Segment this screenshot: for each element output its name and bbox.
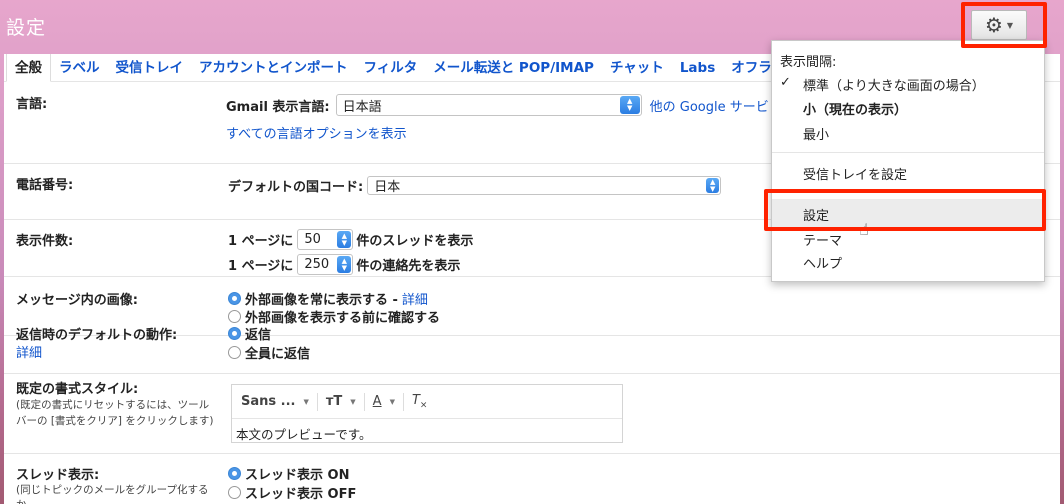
select-arrows-icon: ▲ ▼ [619, 96, 640, 114]
menu-item-help[interactable]: ヘルプ [803, 253, 842, 272]
phone-label: 電話番号: [16, 178, 74, 193]
font-family-button[interactable]: Sans ... [241, 394, 295, 409]
threads-prefix: 1 ページに [228, 234, 294, 249]
reply-option-label: 返信 [245, 328, 272, 343]
tab-filters[interactable]: フィルタ [356, 56, 426, 81]
format-editor: Sans ... ▼ ᴛT ▼ A ▼ T× 本文のプレビューです。 [231, 384, 623, 443]
text-color-icon[interactable]: A [373, 394, 382, 409]
threads-on-radio[interactable] [228, 467, 241, 480]
menu-divider [772, 191, 1044, 192]
reply-label-text: 返信時のデフォルトの動作: [16, 328, 178, 343]
threads-per-page-select[interactable]: 50 ▲ ▼ [297, 229, 354, 250]
threads-note-line1: (同じトピックのメールをグループ化する [16, 484, 209, 496]
threads-label: スレッド表示: [16, 468, 100, 483]
clear-format-icon[interactable]: T× [412, 393, 428, 411]
contacts-suffix: 件の連絡先を表示 [356, 259, 461, 274]
format-preview: 本文のプレビューです。 [236, 427, 372, 442]
menu-item-density-cozy[interactable]: 小（現在の表示） [803, 99, 907, 118]
display-language-label: Gmail 表示言語: [226, 99, 330, 115]
country-code-select[interactable]: 日本 ▲ ▼ [367, 176, 722, 195]
contacts-per-page-select[interactable]: 250 ▲ ▼ [297, 254, 354, 275]
threads-off-label: スレッド表示 OFF [245, 487, 357, 502]
toolbar-divider [363, 392, 365, 411]
select-arrows-icon: ▲ ▼ [337, 256, 352, 273]
chevron-down-icon: ▼ [1006, 20, 1014, 30]
menu-item-settings[interactable]: 設定 [803, 205, 829, 224]
contacts-prefix: 1 ページに [228, 259, 294, 274]
page-title: 設定 [6, 17, 47, 39]
reply-all-radio[interactable] [228, 346, 241, 359]
images-details-link[interactable]: 詳細 [402, 289, 428, 308]
images-always-radio[interactable] [228, 292, 241, 305]
page-size-label: 表示件数: [16, 234, 74, 249]
menu-item-density-comfortable[interactable]: 標準（より大きな画面の場合） [803, 75, 985, 94]
menu-item-density-compact[interactable]: 最小 [803, 124, 829, 143]
contacts-per-page-value: 250 [304, 257, 330, 272]
menu-divider [772, 152, 1044, 153]
threads-per-page-value: 50 [304, 232, 321, 247]
setting-row-threads: スレッド表示: (同じトピックのメールをグループ化する か スレッド表示 ON … [4, 454, 1060, 504]
country-code-value: 日本 [374, 180, 401, 195]
tab-general[interactable]: 全般 [6, 54, 51, 82]
format-note-line2: バーの [書式をクリア] をクリックします) [16, 415, 214, 427]
threads-suffix: 件のスレッドを表示 [356, 234, 474, 249]
select-arrows-icon: ▲ ▼ [706, 178, 720, 193]
hand-cursor-icon: ☝ [859, 220, 869, 239]
tab-inbox[interactable]: 受信トレイ [108, 56, 192, 81]
density-header: 表示間隔: [780, 55, 837, 70]
toolbar-divider [316, 392, 318, 411]
display-language-select[interactable]: 日本語 ▲ ▼ [335, 94, 642, 116]
toolbar-divider [402, 392, 404, 411]
format-toolbar: Sans ... ▼ ᴛT ▼ A ▼ T× [232, 385, 622, 419]
check-icon: ✓ [780, 75, 791, 90]
display-language-value: 日本語 [342, 99, 382, 115]
tab-labels[interactable]: ラベル [51, 56, 108, 81]
language-label: 言語: [16, 97, 48, 112]
format-note-line1: (既定の書式にリセットするには、ツール [16, 399, 210, 411]
format-label: 既定の書式スタイル: [16, 382, 139, 397]
settings-gear-button[interactable]: ⚙ ▼ [971, 10, 1027, 40]
country-code-label: デフォルトの国コード: [228, 180, 364, 195]
chevron-down-icon: ▼ [389, 397, 395, 406]
font-size-icon[interactable]: ᴛT [326, 394, 342, 409]
threads-on-label: スレッド表示 ON [245, 468, 350, 483]
select-arrows-icon: ▲ ▼ [337, 231, 352, 248]
images-label: メッセージ内の画像: [16, 293, 138, 308]
all-language-options-link[interactable]: すべての言語オプションを表示 [226, 123, 407, 142]
images-always-label: 外部画像を常に表示する - [245, 293, 398, 308]
menu-item-themes[interactable]: テーマ [803, 230, 842, 249]
setting-row-reply-body: 返信時のデフォルトの動作: 詳細 返信 全員に返信 [4, 316, 1060, 374]
reply-radio[interactable] [228, 327, 241, 340]
reply-details-link[interactable]: 詳細 [16, 342, 42, 361]
tab-accounts-import[interactable]: アカウントとインポート [191, 56, 356, 81]
threads-off-radio[interactable] [228, 486, 241, 499]
tab-labs[interactable]: Labs [672, 60, 723, 81]
settings-dropdown-menu: 表示間隔: ✓ 標準（より大きな画面の場合） 小（現在の表示） 最小 受信トレイ… [771, 40, 1045, 282]
other-google-services-link[interactable]: 他の Google サービ [650, 96, 769, 115]
gear-icon: ⚙ [984, 13, 1003, 37]
chevron-down-icon: ▼ [350, 397, 356, 406]
chevron-down-icon: ▼ [303, 397, 309, 406]
menu-item-configure-inbox[interactable]: 受信トレイを設定 [803, 164, 907, 183]
tab-chat[interactable]: チャット [602, 56, 672, 81]
tab-forwarding-pop-imap[interactable]: メール転送と POP/IMAP [425, 56, 602, 81]
reply-all-option-label: 全員に返信 [245, 347, 311, 362]
threads-note-line2: か [16, 498, 27, 504]
